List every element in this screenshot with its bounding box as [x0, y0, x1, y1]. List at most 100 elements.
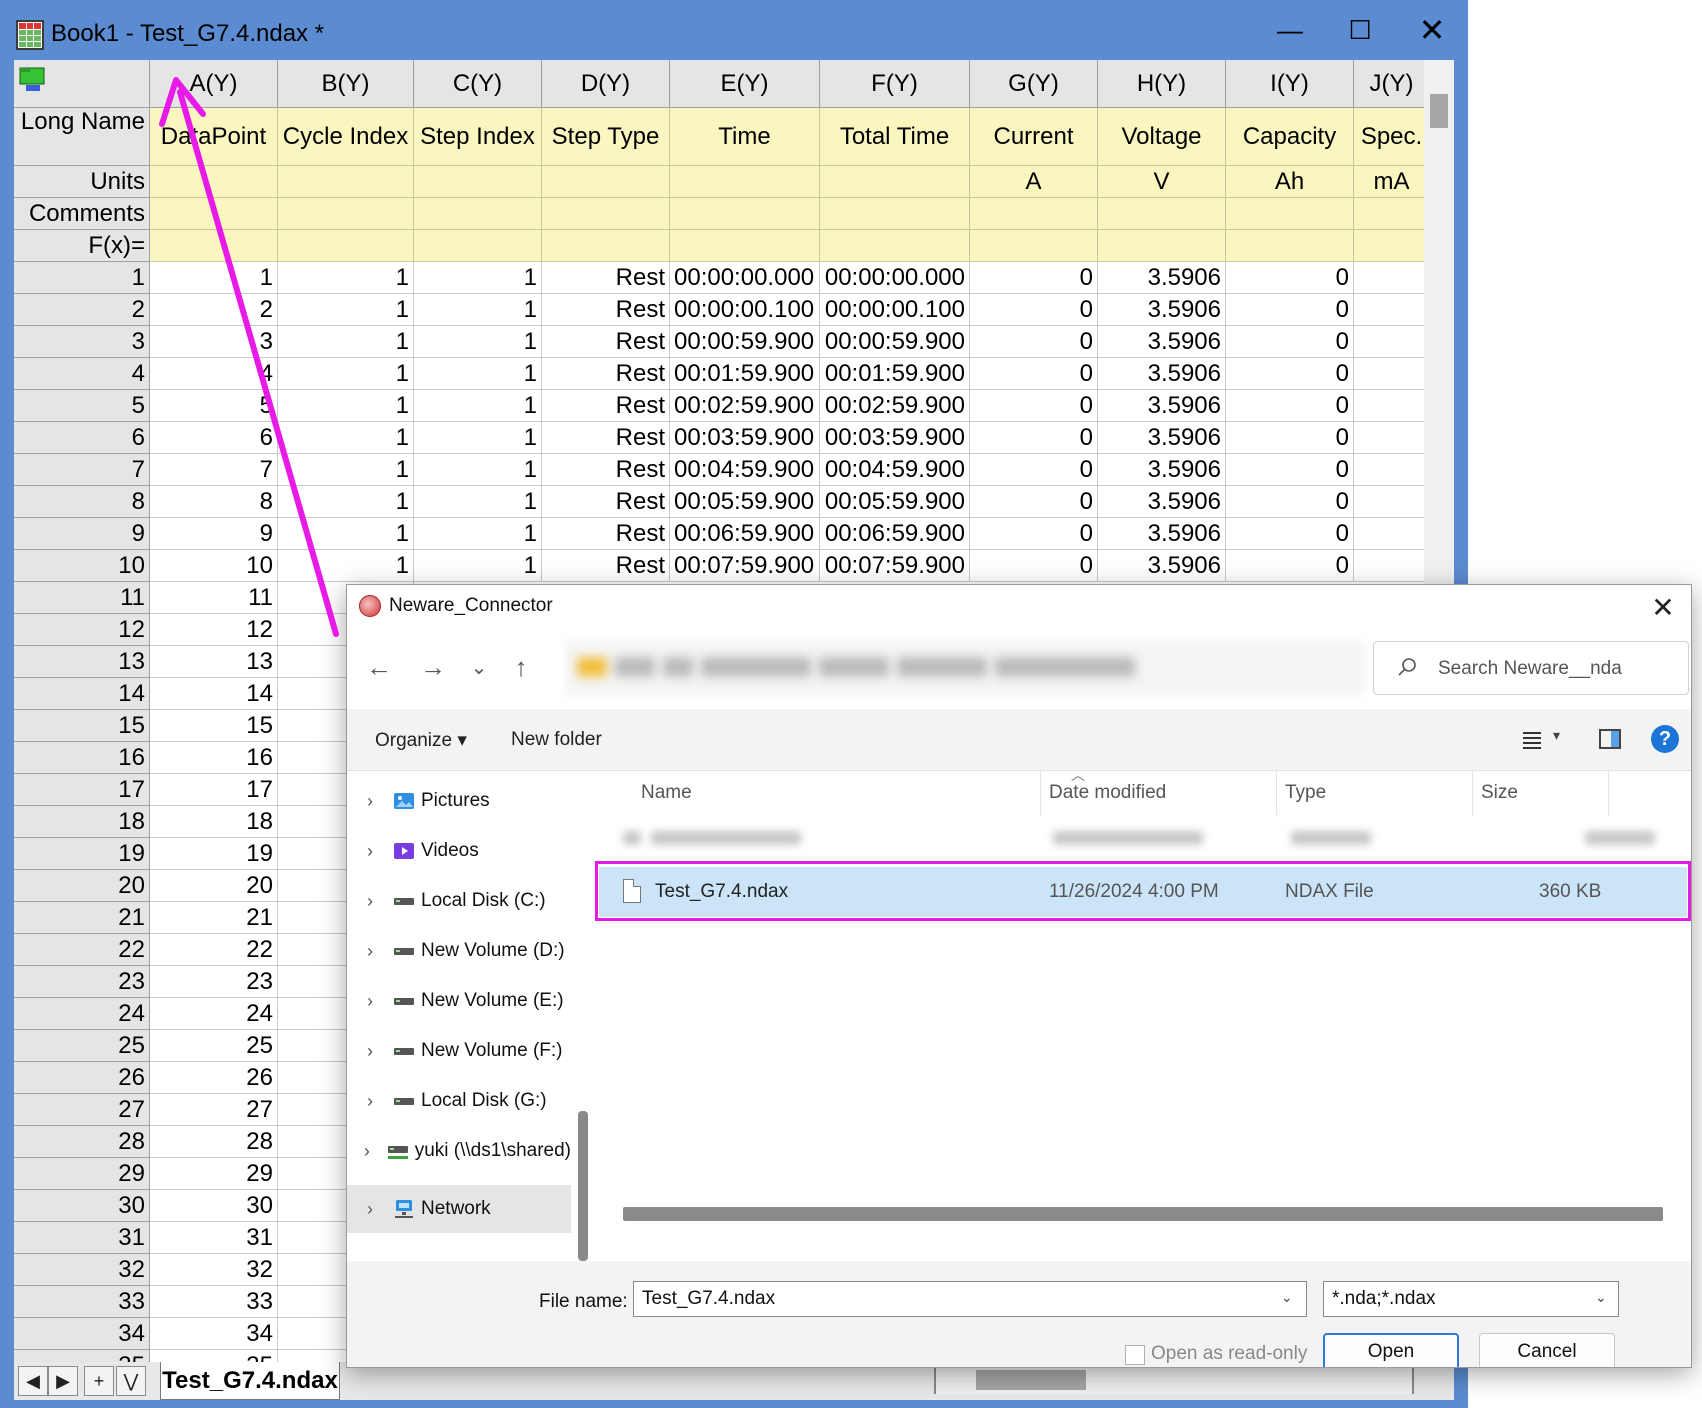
table-cell[interactable] [1354, 454, 1424, 486]
meta-cell[interactable] [414, 198, 542, 230]
meta-cell[interactable] [278, 166, 414, 198]
table-cell[interactable]: 15 [150, 710, 278, 742]
table-cell[interactable]: 00:01:59.900 [820, 358, 970, 390]
row-header[interactable]: 33 [14, 1286, 150, 1318]
table-cell[interactable]: 31 [150, 1222, 278, 1254]
back-arrow-icon[interactable]: ← [361, 649, 397, 685]
vertical-scrollbar-thumb[interactable] [1430, 94, 1448, 128]
meta-cell[interactable] [1354, 230, 1424, 262]
table-cell[interactable]: 0 [1226, 358, 1354, 390]
horizontal-scrollbar-thumb[interactable] [976, 1370, 1086, 1390]
table-cell[interactable]: 4 [150, 358, 278, 390]
table-cell[interactable]: 1 [278, 262, 414, 294]
meta-cell[interactable]: Voltage [1098, 108, 1226, 166]
row-header[interactable]: 17 [14, 774, 150, 806]
meta-cell[interactable]: Spec. [1354, 108, 1424, 166]
meta-cell[interactable]: Step Type [542, 108, 670, 166]
row-header[interactable]: 7 [14, 454, 150, 486]
meta-cell[interactable] [542, 198, 670, 230]
dialog-title-bar[interactable]: Neware_Connector ✕ [347, 585, 1691, 629]
table-cell[interactable]: 3 [150, 326, 278, 358]
nav-item[interactable]: › Network [347, 1185, 571, 1233]
table-cell[interactable]: 0 [970, 550, 1098, 582]
table-cell[interactable]: 1 [278, 454, 414, 486]
table-cell[interactable]: 0 [970, 486, 1098, 518]
table-cell[interactable]: 24 [150, 998, 278, 1030]
table-cell[interactable]: Rest [542, 486, 670, 518]
table-cell[interactable]: 1 [278, 422, 414, 454]
read-only-checkbox[interactable] [1125, 1345, 1145, 1365]
table-cell[interactable]: 3.5906 [1098, 294, 1226, 326]
meta-cell[interactable] [542, 166, 670, 198]
horizontal-scrollbar[interactable] [934, 1368, 1414, 1394]
meta-cell[interactable] [1098, 230, 1226, 262]
row-header[interactable]: 20 [14, 870, 150, 902]
row-header[interactable]: 27 [14, 1094, 150, 1126]
meta-cell[interactable]: Ah [1226, 166, 1354, 198]
help-icon[interactable]: ? [1651, 725, 1679, 753]
table-cell[interactable]: 3.5906 [1098, 486, 1226, 518]
table-cell[interactable]: 16 [150, 742, 278, 774]
table-cell[interactable]: 1 [278, 326, 414, 358]
table-cell[interactable]: 29 [150, 1158, 278, 1190]
meta-cell[interactable] [970, 198, 1098, 230]
table-cell[interactable]: 3.5906 [1098, 262, 1226, 294]
table-cell[interactable]: 3.5906 [1098, 358, 1226, 390]
column-header[interactable]: I(Y) [1226, 60, 1354, 108]
row-header[interactable]: 12 [14, 614, 150, 646]
table-cell[interactable]: 30 [150, 1190, 278, 1222]
column-header[interactable]: G(Y) [970, 60, 1098, 108]
close-button[interactable]: ✕ [1404, 8, 1460, 52]
meta-cell[interactable] [820, 198, 970, 230]
column-header-size[interactable]: Size [1473, 771, 1609, 815]
table-cell[interactable]: 00:05:59.900 [820, 486, 970, 518]
table-cell[interactable]: 0 [1226, 294, 1354, 326]
table-cell[interactable]: 00:04:59.900 [820, 454, 970, 486]
table-cell[interactable]: 5 [150, 390, 278, 422]
row-header[interactable]: 14 [14, 678, 150, 710]
table-cell[interactable]: 23 [150, 966, 278, 998]
up-arrow-icon[interactable]: ↑ [503, 649, 539, 685]
row-header[interactable]: 11 [14, 582, 150, 614]
table-cell[interactable]: 0 [1226, 550, 1354, 582]
row-header[interactable]: 19 [14, 838, 150, 870]
row-header[interactable]: 29 [14, 1158, 150, 1190]
table-cell[interactable] [1354, 486, 1424, 518]
table-cell[interactable]: 00:07:59.900 [670, 550, 820, 582]
meta-cell[interactable]: mA [1354, 166, 1424, 198]
nav-item[interactable]: › Local Disk (C:) [347, 877, 571, 925]
preview-pane-icon[interactable] [1599, 729, 1621, 749]
table-cell[interactable]: 00:07:59.900 [820, 550, 970, 582]
table-cell[interactable]: 1 [278, 358, 414, 390]
table-cell[interactable]: 1 [278, 518, 414, 550]
table-cell[interactable]: 3.5906 [1098, 550, 1226, 582]
table-cell[interactable]: 00:02:59.900 [820, 390, 970, 422]
table-cell[interactable]: 00:03:59.900 [820, 422, 970, 454]
table-cell[interactable]: Rest [542, 358, 670, 390]
table-cell[interactable]: 1 [278, 550, 414, 582]
table-cell[interactable]: 0 [970, 518, 1098, 550]
table-cell[interactable]: 0 [1226, 422, 1354, 454]
expand-chevron-icon[interactable]: › [347, 791, 393, 812]
meta-cell[interactable]: A [970, 166, 1098, 198]
table-cell[interactable] [1354, 294, 1424, 326]
expand-chevron-icon[interactable]: › [347, 1199, 393, 1220]
table-cell[interactable] [1354, 358, 1424, 390]
table-cell[interactable]: 13 [150, 646, 278, 678]
table-cell[interactable]: 1 [414, 294, 542, 326]
row-header[interactable]: 30 [14, 1190, 150, 1222]
meta-cell[interactable] [542, 230, 670, 262]
expand-chevron-icon[interactable]: › [347, 841, 393, 862]
table-cell[interactable]: 3.5906 [1098, 390, 1226, 422]
table-cell[interactable]: 00:03:59.900 [670, 422, 820, 454]
table-cell[interactable] [1354, 550, 1424, 582]
column-header-name[interactable]: Name [595, 771, 1041, 815]
title-bar[interactable]: Book1 - Test_G7.4.ndax * — ☐ ✕ [0, 0, 1468, 60]
row-header[interactable]: 18 [14, 806, 150, 838]
row-header[interactable]: 28 [14, 1126, 150, 1158]
table-cell[interactable]: Rest [542, 262, 670, 294]
minimize-button[interactable]: — [1262, 8, 1318, 52]
table-cell[interactable]: 18 [150, 806, 278, 838]
meta-cell[interactable]: Time [670, 108, 820, 166]
sheet-tab[interactable]: Test_G7.4.ndax [160, 1362, 340, 1400]
